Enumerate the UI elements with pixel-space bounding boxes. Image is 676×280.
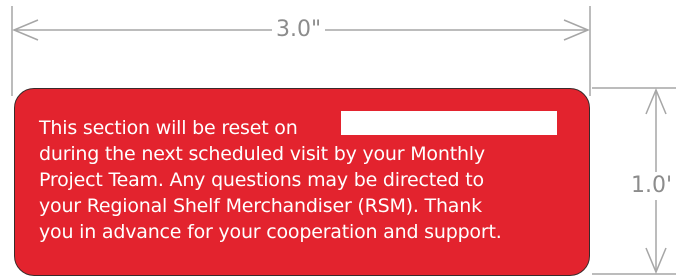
- height-dimension-label: 1.0': [631, 172, 673, 200]
- label-line-4: your Regional Shelf Merchandiser (RSM). …: [39, 195, 482, 217]
- width-dimension-label: 3.0": [272, 18, 326, 42]
- label-line-5: you in advance for your cooperation and …: [39, 221, 502, 243]
- label-line-3: Project Team. Any questions may be direc…: [39, 169, 484, 191]
- label-line-2: during the next scheduled visit by your …: [39, 143, 485, 165]
- reset-date-blank: [341, 111, 557, 135]
- shelf-reset-label: This section will be reset on during the…: [14, 88, 590, 276]
